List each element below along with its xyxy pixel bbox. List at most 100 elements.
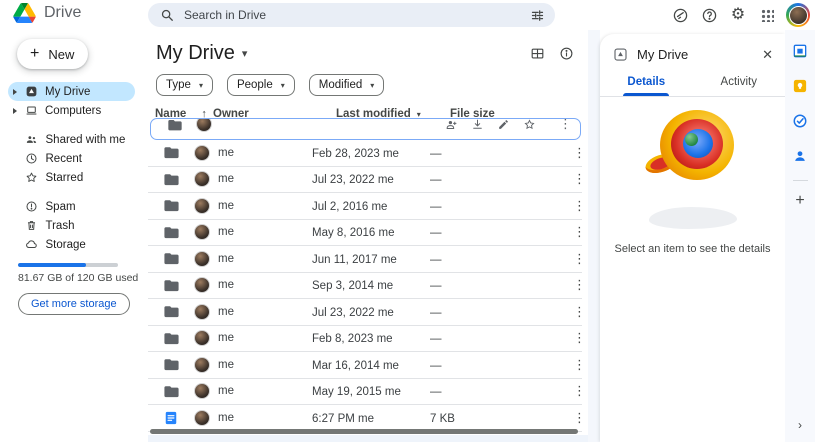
download-icon[interactable] <box>471 118 484 131</box>
account-avatar[interactable] <box>786 3 810 27</box>
collapse-rail-icon[interactable]: › <box>798 418 802 432</box>
more-options-button[interactable]: ⋮ <box>570 410 589 426</box>
star-icon <box>25 171 39 185</box>
sidebar-item-starred[interactable]: Starred <box>8 168 135 187</box>
share-icon[interactable] <box>445 118 458 131</box>
sidebar-item-spam[interactable]: Spam <box>8 197 135 216</box>
folder-icon <box>164 306 179 318</box>
last-modified-label: Jul 23, 2022 me <box>312 306 394 319</box>
table-row[interactable]: me 6:27 PM me 7 KB ⋮ <box>148 405 586 432</box>
contacts-icon[interactable] <box>792 148 808 164</box>
rail-divider <box>792 180 808 181</box>
app-name: Drive <box>44 4 82 21</box>
owner-label: me <box>218 279 234 292</box>
star-icon[interactable] <box>523 118 536 131</box>
table-row[interactable]: me May 19, 2015 me — ⋮ <box>148 379 586 405</box>
more-options-button[interactable]: ⋮ <box>559 119 572 132</box>
expand-arrow-icon[interactable] <box>13 88 17 95</box>
sidebar-item-label: Storage <box>45 238 86 251</box>
file-list: me Feb 28, 2023 me — ⋮ me Jul 23, 2022 m… <box>148 140 586 432</box>
sidebar-item-shared-with-me[interactable]: Shared with me <box>8 130 135 149</box>
more-options-button[interactable]: ⋮ <box>570 198 589 214</box>
table-row[interactable]: me Jun 11, 2017 me — ⋮ <box>148 246 586 273</box>
file-size-label: — <box>430 359 442 372</box>
keep-icon[interactable] <box>792 78 808 94</box>
help-icon[interactable] <box>699 5 719 25</box>
rename-pencil-icon[interactable] <box>497 118 510 131</box>
google-apps-icon[interactable] <box>757 5 777 25</box>
sidebar-item-label: Computers <box>45 104 102 117</box>
owner-avatar <box>194 303 210 320</box>
more-options-button[interactable]: ⋮ <box>570 145 589 161</box>
last-modified-label: Jul 23, 2022 me <box>312 174 394 187</box>
chevron-down-icon: ▾ <box>241 48 248 60</box>
tab-activity[interactable]: Activity <box>693 76 786 96</box>
sidebar-item-computers[interactable]: Computers <box>8 101 135 120</box>
tab-details[interactable]: Details <box>600 76 693 96</box>
more-options-button[interactable]: ⋮ <box>570 277 589 293</box>
folder-icon <box>168 120 182 131</box>
sidebar-item-storage[interactable]: Storage <box>8 235 135 254</box>
storage-progress-fill <box>18 263 86 267</box>
file-size-label: 7 KB <box>430 412 455 425</box>
calendar-icon[interactable] <box>792 43 808 59</box>
drive-logo[interactable]: Drive <box>13 3 81 23</box>
file-size-label: — <box>430 333 442 346</box>
more-options-button[interactable]: ⋮ <box>570 383 589 399</box>
row-hover-actions <box>445 118 536 131</box>
table-row[interactable]: me Jul 2, 2016 me — ⋮ <box>148 193 586 220</box>
sidebar-item-label: Starred <box>45 171 84 184</box>
file-size-label: — <box>430 227 442 240</box>
more-options-button[interactable]: ⋮ <box>570 171 589 187</box>
table-row[interactable]: me Sep 3, 2014 me — ⋮ <box>148 273 586 299</box>
settings-gear-icon[interactable]: ⚙ <box>728 5 748 25</box>
table-row[interactable]: me Jul 23, 2022 me — ⋮ <box>148 299 586 326</box>
new-button[interactable]: + New <box>17 39 88 69</box>
more-options-button[interactable]: ⋮ <box>570 224 589 240</box>
add-app-icon[interactable]: + <box>795 193 804 209</box>
grid-view-icon[interactable] <box>530 46 545 61</box>
close-icon[interactable]: ✕ <box>762 48 773 61</box>
file-type-icon <box>162 144 194 161</box>
table-row[interactable]: me Mar 16, 2014 me — ⋮ <box>148 352 586 379</box>
sidebar-item-trash[interactable]: Trash <box>8 216 135 235</box>
more-options-button[interactable]: ⋮ <box>570 304 589 320</box>
last-modified-label: 6:27 PM me <box>312 412 374 425</box>
table-row[interactable]: me Feb 28, 2023 me — ⋮ <box>148 140 586 167</box>
spam-icon <box>25 200 39 214</box>
search-input[interactable] <box>184 8 530 22</box>
page-title[interactable]: My Drive ▾ <box>156 42 247 65</box>
file-type-icon <box>162 277 194 294</box>
horizontal-scrollbar[interactable] <box>150 429 578 434</box>
sidebar-item-label: Recent <box>45 152 82 165</box>
get-more-storage-button[interactable]: Get more storage <box>18 293 130 315</box>
table-row[interactable]: me Jul 23, 2022 me — ⋮ <box>148 167 586 193</box>
filter-chip-modified[interactable]: Modified ▾ <box>308 74 385 96</box>
more-options-button[interactable]: ⋮ <box>570 330 589 346</box>
sidebar-item-my-drive[interactable]: My Drive <box>8 82 135 101</box>
file-type-icon <box>162 330 194 347</box>
search-options-icon[interactable] <box>530 8 545 23</box>
more-options-button[interactable]: ⋮ <box>570 251 589 267</box>
new-button-label: New <box>48 46 75 62</box>
info-icon[interactable] <box>559 46 574 61</box>
file-size-label: — <box>430 280 442 293</box>
table-row[interactable]: me May 8, 2016 me — ⋮ <box>148 220 586 246</box>
tasks-icon[interactable] <box>792 113 808 129</box>
chevron-down-icon: ▾ <box>280 80 285 90</box>
table-row[interactable]: me Feb 8, 2023 me — ⋮ <box>148 326 586 352</box>
selected-row-partial[interactable]: ⋮ <box>150 118 581 140</box>
offline-status-icon[interactable] <box>670 5 690 25</box>
sidebar-item-label: Trash <box>45 219 75 232</box>
owner-avatar <box>194 330 210 347</box>
expand-arrow-icon[interactable] <box>13 107 17 114</box>
search-bar[interactable] <box>148 3 555 27</box>
file-size-label: — <box>430 386 442 399</box>
panel-gap <box>588 30 600 442</box>
more-options-button[interactable]: ⋮ <box>570 357 589 373</box>
file-size-label: — <box>430 200 442 213</box>
filter-chip-people[interactable]: People ▾ <box>226 74 295 96</box>
sidebar-item-recent[interactable]: Recent <box>8 149 135 168</box>
file-type-icon <box>162 356 194 373</box>
filter-chip-type[interactable]: Type ▾ <box>156 74 213 96</box>
